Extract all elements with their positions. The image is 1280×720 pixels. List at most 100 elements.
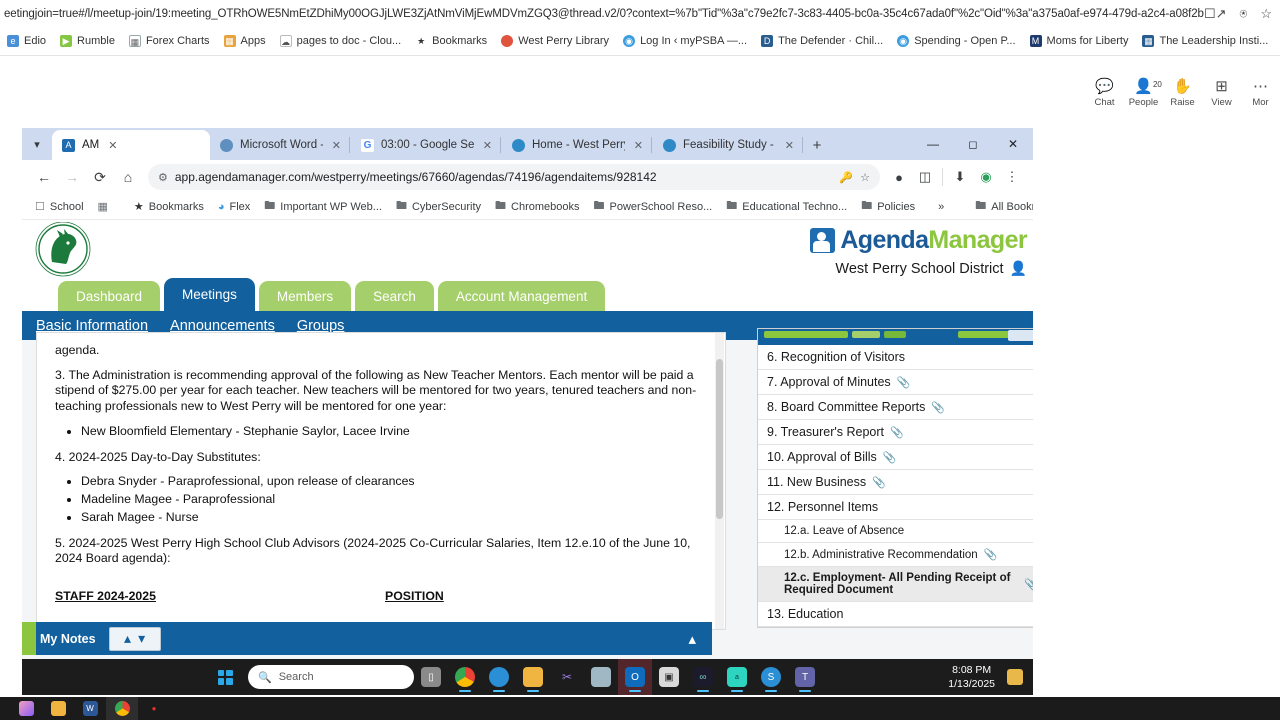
agenda-item-8[interactable]: 8. Board Committee Reports 📎	[758, 395, 1033, 420]
tab-close-icon[interactable]: ✕	[332, 139, 341, 152]
new-tab-button[interactable]: +	[804, 130, 830, 160]
tab-close-icon[interactable]: ✕	[785, 139, 794, 152]
outer-bookmark-item[interactable]: ◉Courage Is A Habit	[1275, 35, 1280, 47]
os-taskbar-chrome[interactable]	[106, 697, 138, 720]
password-key-icon[interactable]: 🔑	[839, 171, 853, 184]
notes-collapse-icon[interactable]: ▴	[688, 630, 712, 648]
user-account-icon[interactable]: 👤	[1010, 260, 1027, 277]
minimize-button[interactable]: —	[913, 128, 953, 160]
os-taskbar-file-explorer[interactable]	[42, 697, 74, 720]
start-button[interactable]	[210, 665, 240, 689]
outer-bookmark-item[interactable]: ▦ Apps	[217, 35, 273, 47]
bookmark-all-bookmarks[interactable]: 🖿 All Bookmarks	[968, 197, 1033, 216]
toolbar-button-strip[interactable]	[1008, 330, 1033, 341]
agenda-item-12b[interactable]: 12.b. Administrative Recommendation 📎	[758, 543, 1033, 567]
tab-dashboard[interactable]: Dashboard	[58, 281, 161, 311]
browser-tab-feasibility-study[interactable]: Feasibility Study - West P ✕	[653, 130, 801, 160]
agenda-item-12c[interactable]: 12.c. Employment- All Pending Receipt of…	[758, 567, 1033, 602]
os-taskbar-recorder[interactable]: ●	[138, 697, 170, 720]
outer-url-text[interactable]: eetingjoin=true#/l/meetup-join/19:meetin…	[0, 8, 1204, 20]
attachment-clip-icon[interactable]: 📎	[1024, 578, 1033, 591]
agenda-item-11[interactable]: 11. New Business 📎	[758, 470, 1033, 495]
toolbar-button-strip[interactable]	[852, 331, 880, 338]
cast-icon[interactable]: ☐↗	[1204, 7, 1227, 20]
site-settings-icon[interactable]: ⚙	[158, 171, 168, 184]
teams-people-button[interactable]: 👤 20 People	[1124, 78, 1163, 108]
profile-icon[interactable]: ●	[886, 164, 912, 190]
taskbar-edge[interactable]	[482, 659, 516, 695]
taskbar-app-green[interactable]	[584, 659, 618, 695]
taskbar-search-box[interactable]: 🔍 Search	[248, 665, 414, 689]
bookmark-star-icon[interactable]: ☆	[860, 171, 870, 184]
taskbar-clipchamp[interactable]: ∞	[686, 659, 720, 695]
outer-bookmark-item[interactable]: D The Defender · Chil...	[754, 35, 890, 47]
toolbar-button-strip[interactable]	[764, 331, 848, 338]
bookmark-bookmarks[interactable]: ★ Bookmarks	[127, 200, 211, 214]
taskbar-teams[interactable]: T	[788, 659, 822, 695]
tab-close-icon[interactable]: ✕	[634, 139, 643, 152]
taskbar-clock[interactable]: 8:08 PM 1/13/2025	[948, 663, 1003, 691]
agenda-item-10[interactable]: 10. Approval of Bills 📎	[758, 445, 1033, 470]
bookmark-chromebooks[interactable]: 🖿 Chromebooks	[488, 197, 586, 216]
taskbar-tray[interactable]	[1003, 669, 1033, 685]
bookmark-flex[interactable]: ◕ Flex	[211, 201, 257, 213]
tab-account-management[interactable]: Account Management	[437, 281, 606, 311]
close-button[interactable]: ✕	[993, 128, 1033, 160]
attachment-clip-icon[interactable]: 📎	[883, 451, 897, 464]
bookmark-policies[interactable]: 🖿 Policies	[854, 197, 922, 216]
outer-bookmark-item[interactable]: ▦ Forex Charts	[122, 35, 217, 47]
tab-search-chevron-icon[interactable]: ▾	[22, 128, 52, 160]
agenda-item-7[interactable]: 7. Approval of Minutes 📎	[758, 370, 1033, 395]
attachment-clip-icon[interactable]: 📎	[897, 376, 911, 389]
extensions-icon[interactable]: ◫	[912, 164, 938, 190]
toolbar-button-strip[interactable]	[884, 331, 906, 338]
attachment-clip-icon[interactable]: 📎	[931, 401, 945, 414]
taskbar-skype[interactable]: S	[754, 659, 788, 695]
my-notes-bar[interactable]: My Notes ▴ ▾ ▴	[22, 622, 712, 655]
os-taskbar-word[interactable]: W	[74, 697, 106, 720]
taskbar-snipping-tool[interactable]: ✂	[550, 659, 584, 695]
notes-down-icon[interactable]: ▾	[138, 630, 145, 647]
agenda-item-9[interactable]: 9. Treasurer's Report 📎	[758, 420, 1033, 445]
bookmark-important-wp-web[interactable]: 🖿 Important WP Web...	[257, 197, 389, 216]
tab-search[interactable]: Search	[355, 281, 434, 311]
menu-icon[interactable]: ⋮	[999, 164, 1025, 190]
outer-bookmark-item[interactable]: ▦ The Leadership Insti...	[1135, 35, 1275, 47]
outer-bookmark-item[interactable]: ☁ pages to doc - Clou...	[273, 35, 409, 47]
taskbar-task-view[interactable]: ▯	[414, 659, 448, 695]
teams-more-button[interactable]: ⋯ Mor	[1241, 78, 1280, 108]
bookmarks-overflow-button[interactable]: »	[922, 201, 960, 213]
browser-tab-home-west-perry[interactable]: Home - West Perry Scho ✕	[502, 130, 650, 160]
tab-close-icon[interactable]: ✕	[483, 139, 492, 152]
outer-bookmark-item[interactable]: e Edio	[0, 35, 53, 47]
notes-stepper[interactable]: ▴ ▾	[108, 626, 161, 651]
tab-close-icon[interactable]: ✕	[108, 139, 117, 152]
address-bar[interactable]: ⚙ app.agendamanager.com/westperry/meetin…	[148, 164, 880, 190]
bookmark-educational-techno[interactable]: 🖿 Educational Techno...	[719, 197, 854, 216]
notes-up-icon[interactable]: ▴	[124, 630, 131, 647]
agenda-item-12a[interactable]: 12.a. Leave of Absence	[758, 520, 1033, 543]
agenda-item-13[interactable]: 13. Education	[758, 602, 1033, 627]
forward-icon[interactable]: →	[58, 163, 86, 191]
back-icon[interactable]: ←	[30, 163, 58, 191]
outer-bookmark-item[interactable]: ★ Bookmarks	[408, 35, 494, 47]
bookmark-cybersecurity[interactable]: 🖿 CyberSecurity	[389, 197, 488, 216]
taskbar-outlook[interactable]: O	[618, 659, 652, 695]
agenda-item-document-panel[interactable]: agenda. 3. The Administration is recomme…	[36, 332, 726, 630]
bookmark-apps-grid[interactable]: ▦	[91, 200, 115, 213]
outer-bookmark-item[interactable]: M Moms for Liberty	[1023, 35, 1136, 47]
document-scrollbar-thumb[interactable]	[716, 359, 723, 519]
browser-tab-am[interactable]: A AM ✕	[52, 130, 210, 160]
star-icon[interactable]: ☆	[1260, 7, 1272, 20]
reload-icon[interactable]: ⟳	[86, 163, 114, 191]
taskbar-file-explorer[interactable]	[516, 659, 550, 695]
teams-chat-button[interactable]: 💬 Chat	[1085, 78, 1124, 108]
attachment-clip-icon[interactable]: 📎	[872, 476, 886, 489]
download-icon[interactable]: ⬇	[947, 164, 973, 190]
outer-bookmark-item[interactable]: ▶ Rumble	[53, 35, 122, 47]
outer-bookmark-item[interactable]: ◉ Log In ‹ myPSBA —...	[616, 35, 754, 47]
attachment-clip-icon[interactable]: 📎	[890, 426, 904, 439]
tab-meetings[interactable]: Meetings	[164, 278, 255, 311]
taskbar-amazon-portal[interactable]: a	[720, 659, 754, 695]
agenda-item-12[interactable]: 12. Personnel Items	[758, 495, 1033, 520]
